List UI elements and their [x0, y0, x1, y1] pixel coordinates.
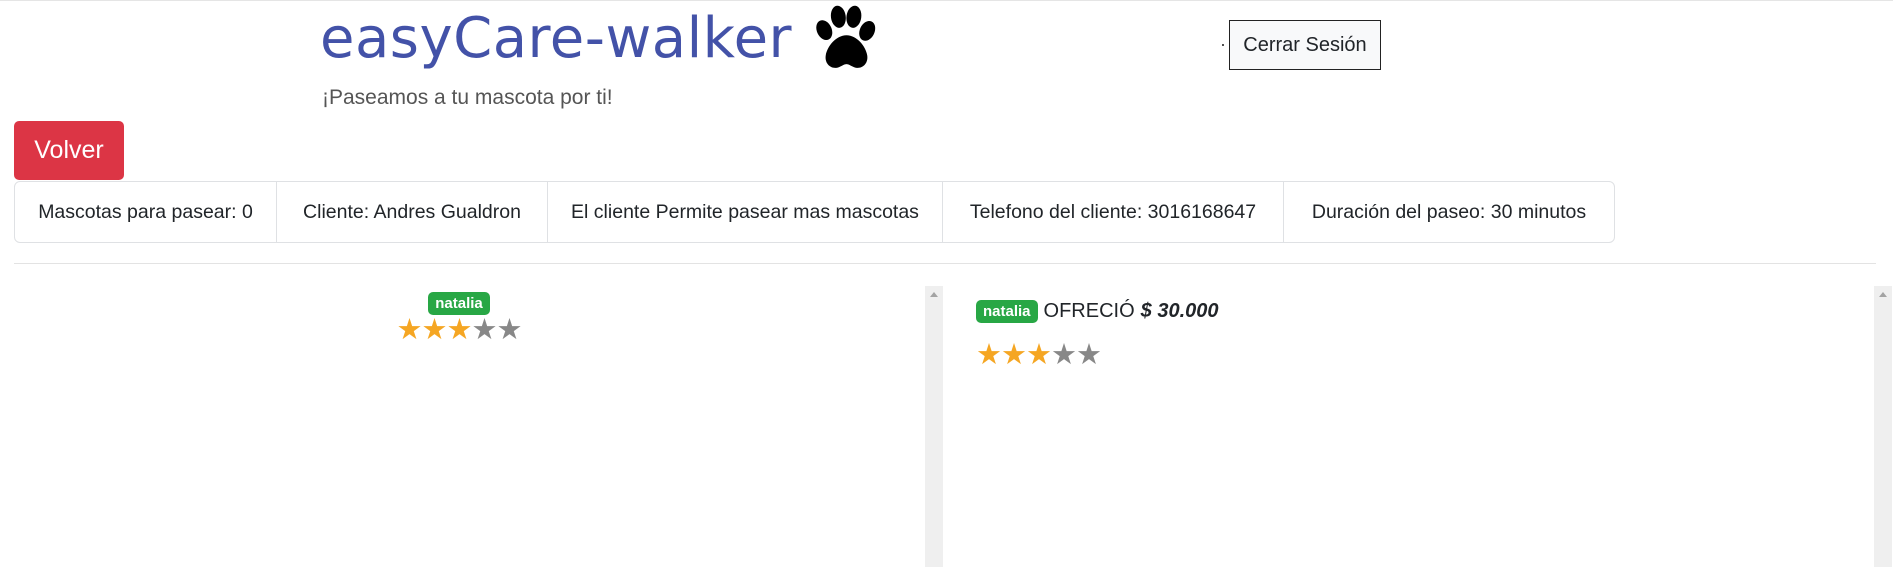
star-icon: ★ [496, 314, 523, 346]
walk-info-list: Mascotas para pasear: 0 Cliente: Andres … [14, 181, 1615, 243]
section-divider [14, 263, 1876, 264]
star-icon: ★ [1076, 339, 1102, 371]
info-allows-more-pets: El cliente Permite pasear mas mascotas [548, 182, 943, 242]
right-panel-scrollbar[interactable] [1874, 286, 1892, 567]
back-button[interactable]: Volver [14, 121, 124, 180]
star-icon: ★ [976, 339, 1002, 371]
left-panel-scrollbar[interactable] [925, 286, 943, 567]
offer-label: OFRECIÓ [1043, 300, 1135, 322]
offer-walker-badge: natalia [976, 300, 1038, 323]
paw-print-icon [816, 5, 876, 68]
star-icon: ★ [1001, 339, 1027, 371]
info-client-phone: Telefono del cliente: 3016168647 [943, 182, 1284, 242]
info-walk-duration: Duración del paseo: 30 minutos [1311, 200, 1587, 223]
scroll-up-arrow-icon[interactable] [930, 292, 938, 297]
star-icon: ★ [1026, 339, 1052, 371]
brand-title: easyCare-walker [320, 6, 793, 71]
star-icon: ★ [446, 314, 473, 346]
star-icon: ★ [1051, 339, 1077, 371]
header-separator: · [1220, 34, 1226, 54]
offer-amount: $ 30.000 [1140, 300, 1219, 322]
app-page: easyCare-walker ¡Paseamos a tu mascota p… [0, 0, 1893, 567]
info-client-name: Cliente: Andres Gualdron [277, 182, 548, 242]
offer-panel: natalia OFRECIÓ $ 30.000 ★★★★★ [944, 286, 1874, 567]
scroll-up-arrow-icon[interactable] [1879, 292, 1887, 297]
offer-line: natalia OFRECIÓ $ 30.000 [976, 300, 1219, 323]
star-icon: ★ [471, 314, 498, 346]
info-pets-to-walk: Mascotas para pasear: 0 [15, 182, 277, 242]
offer-walker-rating: ★★★★★ [976, 339, 1102, 371]
walker-entry: natalia ★★★★★ [394, 292, 524, 345]
walker-rating: ★★★★★ [394, 315, 524, 345]
walker-name-badge: natalia [428, 292, 490, 315]
tagline: ¡Paseamos a tu mascota por ti! [322, 86, 613, 109]
logout-button[interactable]: Cerrar Sesión [1229, 20, 1381, 70]
walker-panel: natalia ★★★★★ [0, 286, 925, 567]
star-icon: ★ [421, 314, 448, 346]
brand-header: easyCare-walker [320, 2, 882, 76]
star-icon: ★ [396, 314, 423, 346]
top-divider [0, 0, 1893, 1]
